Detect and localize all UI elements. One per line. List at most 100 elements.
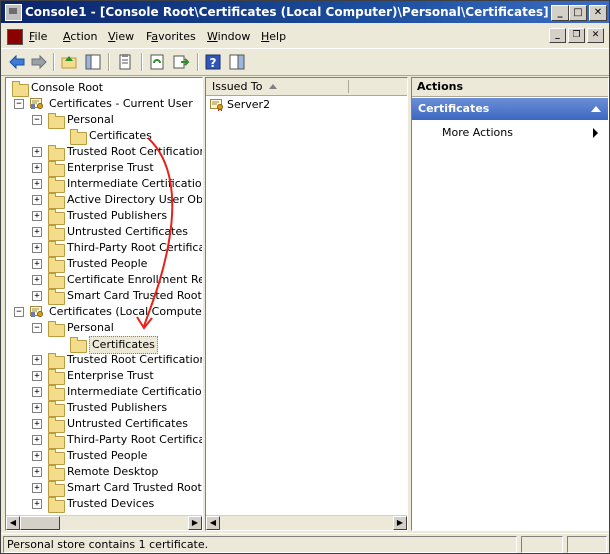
tree-item[interactable]: + Trusted People [6, 256, 202, 273]
submenu-arrow-icon[interactable] [593, 128, 598, 138]
tree-item[interactable]: + Trusted Root Certification Authorities [6, 352, 202, 369]
more-actions-link[interactable]: More Actions [442, 126, 513, 139]
child-minimize-button[interactable]: _ [549, 28, 566, 43]
expand-icon[interactable]: + [32, 387, 42, 397]
tree-item-label: Certificates - Current User [49, 97, 193, 110]
scroll-left-button[interactable]: ◀ [206, 516, 220, 530]
tree-item-label: Trusted Publishers [67, 401, 168, 414]
expand-icon[interactable]: + [32, 147, 42, 157]
tree-item-label: Trusted Devices [67, 497, 155, 510]
child-restore-button[interactable]: ❐ [568, 28, 585, 43]
tree-item[interactable]: + Untrusted Certificates [6, 416, 202, 433]
menu-favorites[interactable]: Favorites [146, 30, 196, 43]
title-bar[interactable]: Console1 - [Console Root\Certificates (L… [1, 1, 609, 23]
tree-item[interactable]: − Personal [6, 112, 202, 129]
scroll-right-button[interactable]: ▶ [188, 516, 202, 530]
list-item-label: Server2 [227, 98, 271, 111]
menu-action[interactable]: Action [63, 30, 97, 43]
expand-icon[interactable]: + [32, 483, 42, 493]
collapse-icon[interactable]: − [14, 307, 24, 317]
tree-item[interactable]: + Trusted People [6, 448, 202, 465]
menu-help[interactable]: Help [261, 30, 286, 43]
properties-icon[interactable] [115, 52, 135, 72]
tree-item-label: Trusted Publishers [67, 209, 168, 222]
tree-item-label: Active Directory User Object [67, 193, 203, 206]
expand-icon[interactable]: + [32, 195, 42, 205]
status-text: Personal store contains 1 certificate. [3, 536, 517, 553]
expand-icon[interactable]: + [32, 371, 42, 381]
expand-icon[interactable]: + [32, 275, 42, 285]
collapse-icon[interactable] [591, 106, 601, 112]
close-button[interactable]: ✕ [589, 5, 607, 21]
tree-item[interactable]: + Active Directory User Object [6, 192, 203, 209]
menu-file[interactable]: File [29, 30, 47, 43]
tree-item[interactable]: + Third-Party Root Certification Authorit… [6, 240, 202, 257]
tree-item[interactable]: + Enterprise Trust [6, 160, 202, 177]
tree-item[interactable]: + Third-Party Root Certification Authorit… [6, 432, 202, 449]
tree-item[interactable]: + Trusted Root Certification Authorities [6, 144, 202, 161]
tree-item-label: Smart Card Trusted Roots [67, 289, 203, 302]
expand-icon[interactable]: + [32, 163, 42, 173]
tree-item[interactable]: − Personal [6, 320, 202, 337]
actions-section-certificates[interactable]: Certificates [412, 98, 608, 120]
collapse-icon[interactable]: − [32, 115, 42, 125]
forward-icon[interactable] [29, 52, 49, 72]
expand-icon[interactable]: + [32, 467, 42, 477]
tree-item[interactable]: + Trusted Publishers [6, 400, 202, 417]
tree-item[interactable]: + Smart Card Trusted Roots [6, 480, 202, 497]
expand-icon[interactable]: + [32, 435, 42, 445]
menu-view[interactable]: View [108, 30, 134, 43]
expand-icon[interactable]: + [32, 211, 42, 221]
issued-to-column-header[interactable]: Issued To [206, 78, 407, 96]
expand-icon[interactable]: + [32, 291, 42, 301]
tree-item[interactable]: Certificates [6, 336, 202, 354]
expand-icon[interactable]: + [32, 243, 42, 253]
action-pane-icon[interactable] [227, 52, 247, 72]
tree-item[interactable]: − Certificates - Current User [6, 96, 202, 112]
tree-item[interactable]: Certificates [6, 128, 202, 145]
mmc-icon[interactable] [7, 29, 23, 45]
up-folder-icon[interactable] [59, 52, 79, 72]
column-divider[interactable] [348, 80, 349, 93]
expand-icon[interactable]: + [32, 451, 42, 461]
results-pane[interactable]: Issued To Server2 ◀ ▶ [205, 77, 408, 531]
maximize-button[interactable]: □ [569, 5, 587, 21]
tree-item[interactable]: + Smart Card Trusted Roots [6, 288, 203, 305]
child-close-button[interactable]: ✕ [587, 28, 604, 43]
list-horizontal-scrollbar[interactable]: ◀ ▶ [206, 515, 407, 530]
tree-item[interactable]: + Enterprise Trust [6, 368, 202, 385]
scroll-thumb[interactable] [20, 516, 60, 530]
tree-item[interactable]: + Untrusted Certificates [6, 224, 202, 241]
minimize-button[interactable]: _ [551, 5, 569, 21]
refresh-icon[interactable] [147, 52, 167, 72]
tree-item[interactable]: + Intermediate Certification Authorities [6, 176, 202, 193]
expand-icon[interactable]: + [32, 179, 42, 189]
expand-icon[interactable]: + [32, 355, 42, 365]
tree-item[interactable]: + Trusted Devices [6, 496, 202, 513]
back-icon[interactable] [7, 52, 27, 72]
scroll-left-button[interactable]: ◀ [6, 516, 20, 530]
tree-item[interactable]: + Intermediate Certification Authorities [6, 384, 202, 401]
expand-icon[interactable]: + [32, 259, 42, 269]
tree-item-label: Remote Desktop [67, 465, 159, 478]
expand-icon[interactable]: + [32, 499, 42, 509]
help-icon[interactable]: ? [203, 52, 223, 72]
tree-item-label: Trusted People [67, 257, 148, 270]
tree-item[interactable]: + Trusted Publishers [6, 208, 202, 225]
expand-icon[interactable]: + [32, 403, 42, 413]
tree-item[interactable]: − Certificates (Local Computer) [6, 304, 202, 320]
show-hide-tree-icon[interactable] [83, 52, 103, 72]
export-list-icon[interactable] [171, 52, 191, 72]
tree-item[interactable]: + Certificate Enrollment Requests [6, 272, 202, 289]
menu-window[interactable]: Window [207, 30, 250, 43]
scroll-right-button[interactable]: ▶ [393, 516, 407, 530]
tree-horizontal-scrollbar[interactable]: ◀ ▶ [6, 515, 202, 530]
collapse-icon[interactable]: − [14, 99, 24, 109]
collapse-icon[interactable]: − [32, 323, 42, 333]
expand-icon[interactable]: + [32, 419, 42, 429]
console-tree[interactable]: Console Root − Certificates - Current User… [5, 77, 203, 531]
tree-item[interactable]: Console Root [6, 80, 202, 97]
expand-icon[interactable]: + [32, 227, 42, 237]
certificates-snapin-icon [30, 98, 43, 109]
tree-item[interactable]: + Remote Desktop [6, 464, 202, 481]
